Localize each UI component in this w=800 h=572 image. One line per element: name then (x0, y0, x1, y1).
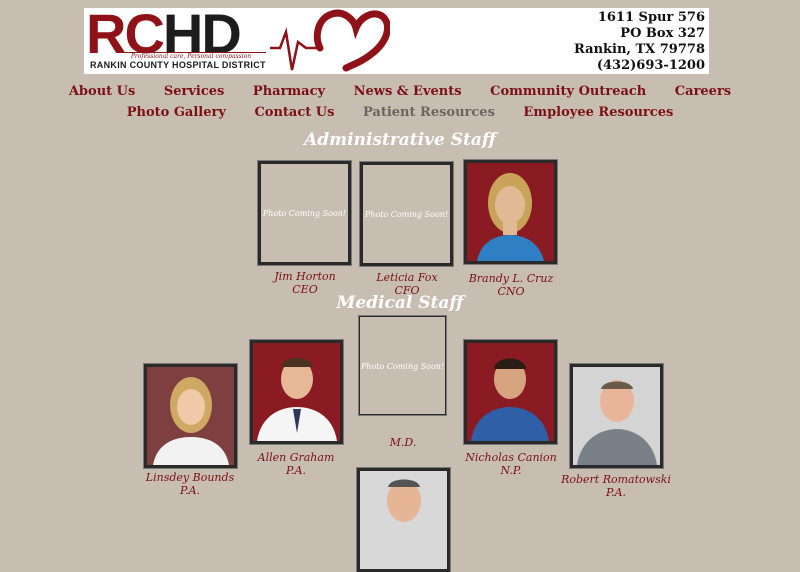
staff-role: P.A. (179, 484, 201, 497)
main-nav-row-1: About Us Services Pharmacy News & Events… (0, 84, 800, 99)
staff-photo-placeholder: Photo Coming Soon! (258, 161, 351, 265)
photo-coming-soon-text: Photo Coming Soon! (360, 361, 445, 371)
staff-caption: Linsdey Bounds P.A. (134, 471, 246, 497)
logo-org-name: RANKIN COUNTY HOSPITAL DISTRICT (90, 60, 266, 70)
staff-name: Leticia Fox (376, 271, 438, 284)
staff-name: Linsdey Bounds (145, 471, 235, 484)
staff-role: P.A. (285, 464, 307, 477)
nav-photo-gallery[interactable]: Photo Gallery (127, 105, 226, 120)
staff-photo (570, 364, 663, 468)
staff-photo (250, 340, 343, 444)
person-portrait-icon (467, 343, 554, 441)
staff-name: Brandy L. Cruz (468, 272, 554, 285)
staff-caption: M.D. (348, 436, 458, 449)
staff-caption: Nicholas Canion N.P. (452, 451, 570, 477)
nav-patient-resources[interactable]: Patient Resources (363, 105, 495, 120)
staff-name: Jim Horton (274, 270, 336, 283)
admin-staff-heading: Administrative Staff (304, 130, 496, 150)
heartbeat-heart-icon (270, 9, 390, 72)
staff-role: M.D. (389, 436, 417, 449)
photo-coming-soon-text: Photo Coming Soon! (262, 209, 347, 219)
nav-news-events[interactable]: News & Events (354, 84, 462, 99)
medical-staff-heading: Medical Staff (336, 293, 464, 313)
staff-name: Allen Graham (257, 451, 335, 464)
logo-tagline: Professional care, Personal compassion (116, 52, 266, 60)
nav-services[interactable]: Services (164, 84, 225, 99)
photo-coming-soon-text: Photo Coming Soon! (364, 210, 449, 220)
staff-role: P.A. (605, 486, 627, 499)
person-portrait-icon (467, 163, 554, 261)
nav-about-us[interactable]: About Us (69, 84, 136, 99)
staff-role: N.P. (500, 464, 522, 477)
staff-name: Nicholas Canion (465, 451, 557, 464)
nav-community-outreach[interactable]: Community Outreach (490, 84, 646, 99)
nav-contact-us[interactable]: Contact Us (254, 105, 334, 120)
nav-careers[interactable]: Careers (675, 84, 731, 99)
contact-address: 1611 Spur 576 PO Box 327 Rankin, TX 7977… (574, 10, 705, 74)
address-line-1: 1611 Spur 576 (597, 10, 705, 25)
staff-photo (464, 340, 557, 444)
site-header: RCHD Professional care, Personal compass… (84, 6, 709, 74)
staff-photo (357, 468, 450, 572)
staff-photo (464, 160, 557, 264)
address-line-3: Rankin, TX 79778 (574, 42, 705, 57)
phone-number[interactable]: (432)693-1200 (574, 58, 705, 74)
staff-photo (144, 364, 237, 468)
staff-photo-placeholder: Photo Coming Soon! (360, 162, 453, 266)
staff-caption: Allen Graham P.A. (240, 451, 352, 477)
address-line-2: PO Box 327 (620, 26, 705, 41)
staff-name: Robert Romatowski (561, 473, 671, 486)
person-portrait-icon (253, 343, 340, 441)
nav-employee-resources[interactable]: Employee Resources (523, 105, 673, 120)
main-nav-row-2: Photo Gallery Contact Us Patient Resourc… (0, 105, 800, 120)
person-portrait-icon (573, 367, 660, 465)
staff-photo-placeholder: Photo Coming Soon! (359, 316, 446, 415)
person-portrait-icon (147, 367, 234, 465)
staff-caption: Robert Romatowski P.A. (556, 473, 676, 499)
person-portrait-icon (360, 471, 447, 569)
nav-pharmacy[interactable]: Pharmacy (253, 84, 325, 99)
